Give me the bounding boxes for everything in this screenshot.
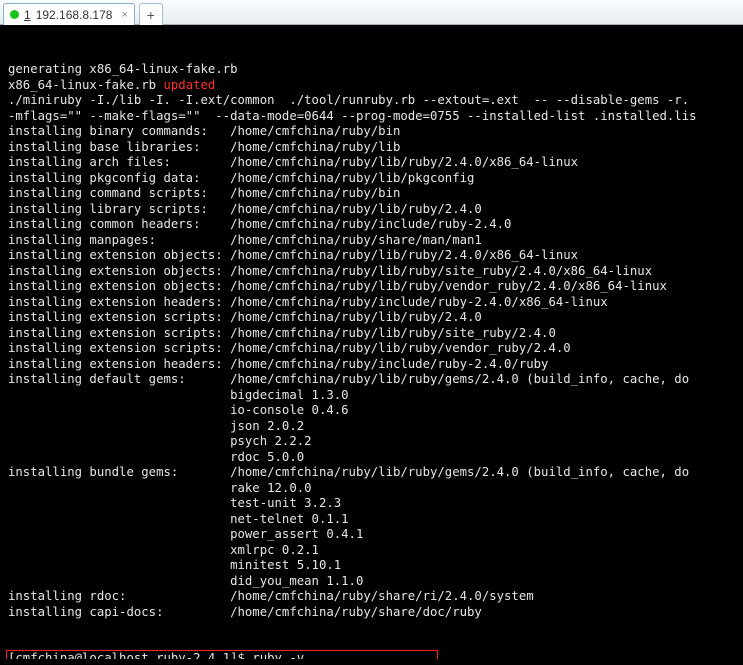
- terminal-line: -mflags="" --make-flags="" --data-mode=0…: [8, 109, 735, 125]
- terminal-line: installing binary commands: /home/cmfchi…: [8, 124, 735, 140]
- tab-title: 192.168.8.178: [36, 8, 113, 22]
- terminal-line: installing manpages: /home/cmfchina/ruby…: [8, 233, 735, 249]
- terminal-line: x86_64-linux-fake.rb updated: [8, 78, 735, 94]
- terminal-line: io-console 0.4.6: [8, 403, 735, 419]
- terminal-line: installing extension scripts: /home/cmfc…: [8, 341, 735, 357]
- prompt-prefix: [cmfchina@localhost ruby-2.4.1]$: [8, 651, 252, 659]
- terminal-line: installing command scripts: /home/cmfchi…: [8, 186, 735, 202]
- tab-bar: 1 192.168.8.178 × +: [0, 0, 743, 25]
- terminal-line: installing base libraries: /home/cmfchin…: [8, 140, 735, 156]
- terminal-line: installing extension headers: /home/cmfc…: [8, 295, 735, 311]
- terminal-line: installing arch files: /home/cmfchina/ru…: [8, 155, 735, 171]
- terminal-line: bigdecimal 1.3.0: [8, 388, 735, 404]
- tab-active[interactable]: 1 192.168.8.178 ×: [3, 3, 135, 25]
- terminal-line: installing extension objects: /home/cmfc…: [8, 279, 735, 295]
- terminal-line: installing extension headers: /home/cmfc…: [8, 357, 735, 373]
- terminal-line: ./miniruby -I./lib -I. -I.ext/common ./t…: [8, 93, 735, 109]
- terminal-line: minitest 5.10.1: [8, 558, 735, 574]
- terminal-line: rake 12.0.0: [8, 481, 735, 497]
- terminal-line: installing common headers: /home/cmfchin…: [8, 217, 735, 233]
- terminal-line: installing rdoc: /home/cmfchina/ruby/sha…: [8, 589, 735, 605]
- terminal-line: installing extension scripts: /home/cmfc…: [8, 310, 735, 326]
- terminal-line: installing library scripts: /home/cmfchi…: [8, 202, 735, 218]
- status-dot-icon: [10, 10, 19, 19]
- terminal-line: net-telnet 0.1.1: [8, 512, 735, 528]
- prompt-line-1: [cmfchina@localhost ruby-2.4.1]$ ruby -v: [8, 651, 735, 659]
- terminal-line: psych 2.2.2: [8, 434, 735, 450]
- terminal-line: installing extension scripts: /home/cmfc…: [8, 326, 735, 342]
- add-tab-button[interactable]: +: [139, 3, 163, 25]
- terminal-line: installing pkgconfig data: /home/cmfchin…: [8, 171, 735, 187]
- terminal-line: installing capi-docs: /home/cmfchina/rub…: [8, 605, 735, 621]
- plus-icon: +: [147, 7, 155, 23]
- terminal-line: generating x86_64-linux-fake.rb: [8, 62, 735, 78]
- close-icon[interactable]: ×: [121, 9, 127, 21]
- terminal-line: power_assert 0.4.1: [8, 527, 735, 543]
- terminal-output[interactable]: generating x86_64-linux-fake.rbx86_64-li…: [0, 25, 743, 659]
- terminal-line: test-unit 3.2.3: [8, 496, 735, 512]
- prompt-command: ruby -v: [252, 651, 304, 659]
- terminal-line: xmlrpc 0.2.1: [8, 543, 735, 559]
- tab-index: 1: [24, 8, 31, 22]
- terminal-line: did_you_mean 1.1.0: [8, 574, 735, 590]
- terminal-line: json 2.0.2: [8, 419, 735, 435]
- terminal-line: rdoc 5.0.0: [8, 450, 735, 466]
- terminal-line: installing extension objects: /home/cmfc…: [8, 264, 735, 280]
- terminal-lines: generating x86_64-linux-fake.rbx86_64-li…: [8, 62, 735, 620]
- terminal-line: installing default gems: /home/cmfchina/…: [8, 372, 735, 388]
- terminal-line: installing bundle gems: /home/cmfchina/r…: [8, 465, 735, 481]
- terminal-line: installing extension objects: /home/cmfc…: [8, 248, 735, 264]
